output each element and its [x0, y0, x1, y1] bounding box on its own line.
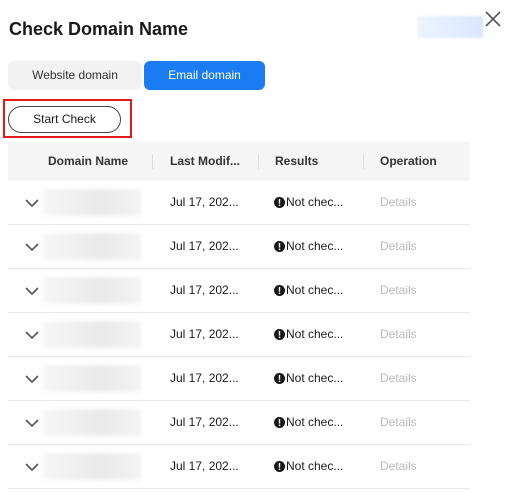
table-row: Jul 17, 202... Not chec... Details: [8, 445, 470, 489]
table-row: Jul 17, 202... Not chec... Details: [8, 313, 470, 357]
result-status-cell: Not chec...: [286, 415, 344, 429]
last-modified-cell: Jul 17, 202...: [170, 283, 239, 297]
redacted-domain-name: [43, 189, 141, 216]
tab-email-domain[interactable]: Email domain: [144, 61, 265, 90]
table-row: Jul 17, 202... Not chec... Details: [8, 225, 470, 269]
tab-website-domain[interactable]: Website domain: [8, 61, 142, 90]
redacted-domain-name: [43, 277, 141, 304]
column-header-domain-name: Domain Name: [48, 154, 129, 168]
column-header-results: Results: [275, 154, 319, 168]
table-row: Jul 17, 202... Not chec... Details: [8, 401, 470, 445]
last-modified-cell: Jul 17, 202...: [170, 459, 239, 473]
result-status-cell: Not chec...: [286, 195, 344, 209]
result-status-cell: Not chec...: [286, 239, 344, 253]
exclamation-icon: [274, 197, 285, 208]
table-row: Jul 17, 202... Not chec... Details: [8, 357, 470, 401]
redacted-domain-name: [43, 365, 141, 392]
result-status-cell: Not chec...: [286, 283, 344, 297]
result-status-cell: Not chec...: [286, 371, 344, 385]
exclamation-icon: [274, 373, 285, 384]
table-row: Jul 17, 202... Not chec... Details: [8, 181, 470, 225]
exclamation-icon: [274, 461, 285, 472]
close-icon[interactable]: [483, 9, 503, 29]
last-modified-cell: Jul 17, 202...: [170, 239, 239, 253]
result-status-cell: Not chec...: [286, 327, 344, 341]
table-header: Domain Name Last Modif... Results Operat…: [8, 142, 470, 181]
table-row: Jul 17, 202... Not chec... Details: [8, 269, 470, 313]
details-link[interactable]: Details: [380, 225, 417, 268]
redacted-domain-name: [43, 321, 141, 348]
details-link[interactable]: Details: [380, 269, 417, 312]
column-divider: [258, 154, 259, 169]
redacted-domain-name: [43, 453, 141, 480]
redacted-domain-name: [43, 233, 141, 260]
details-link[interactable]: Details: [380, 401, 417, 444]
column-divider: [363, 154, 364, 169]
exclamation-icon: [274, 417, 285, 428]
domain-type-tabs: Website domain Email domain: [8, 61, 265, 90]
details-link[interactable]: Details: [380, 313, 417, 356]
details-link[interactable]: Details: [380, 357, 417, 400]
chevron-down-icon[interactable]: [25, 285, 39, 296]
exclamation-icon: [274, 241, 285, 252]
table-body: Jul 17, 202... Not chec... Details Jul 17, …: [8, 181, 470, 489]
redacted-domain-name: [43, 409, 141, 436]
exclamation-icon: [274, 285, 285, 296]
last-modified-cell: Jul 17, 202...: [170, 371, 239, 385]
chevron-down-icon[interactable]: [25, 197, 39, 208]
details-link[interactable]: Details: [380, 181, 417, 224]
chevron-down-icon[interactable]: [25, 241, 39, 252]
domain-table: Domain Name Last Modif... Results Operat…: [8, 142, 470, 489]
start-check-button[interactable]: Start Check: [8, 106, 121, 133]
redacted-header-element: [417, 16, 483, 38]
column-header-last-modified: Last Modif...: [170, 154, 240, 168]
chevron-down-icon[interactable]: [25, 417, 39, 428]
column-divider: [152, 154, 153, 169]
chevron-down-icon[interactable]: [25, 329, 39, 340]
chevron-down-icon[interactable]: [25, 461, 39, 472]
last-modified-cell: Jul 17, 202...: [170, 195, 239, 209]
column-header-operation: Operation: [380, 154, 437, 168]
result-status-cell: Not chec...: [286, 459, 344, 473]
exclamation-icon: [274, 329, 285, 340]
details-link[interactable]: Details: [380, 445, 417, 488]
chevron-down-icon[interactable]: [25, 373, 39, 384]
last-modified-cell: Jul 17, 202...: [170, 327, 239, 341]
last-modified-cell: Jul 17, 202...: [170, 415, 239, 429]
dialog-title: Check Domain Name: [9, 19, 189, 39]
